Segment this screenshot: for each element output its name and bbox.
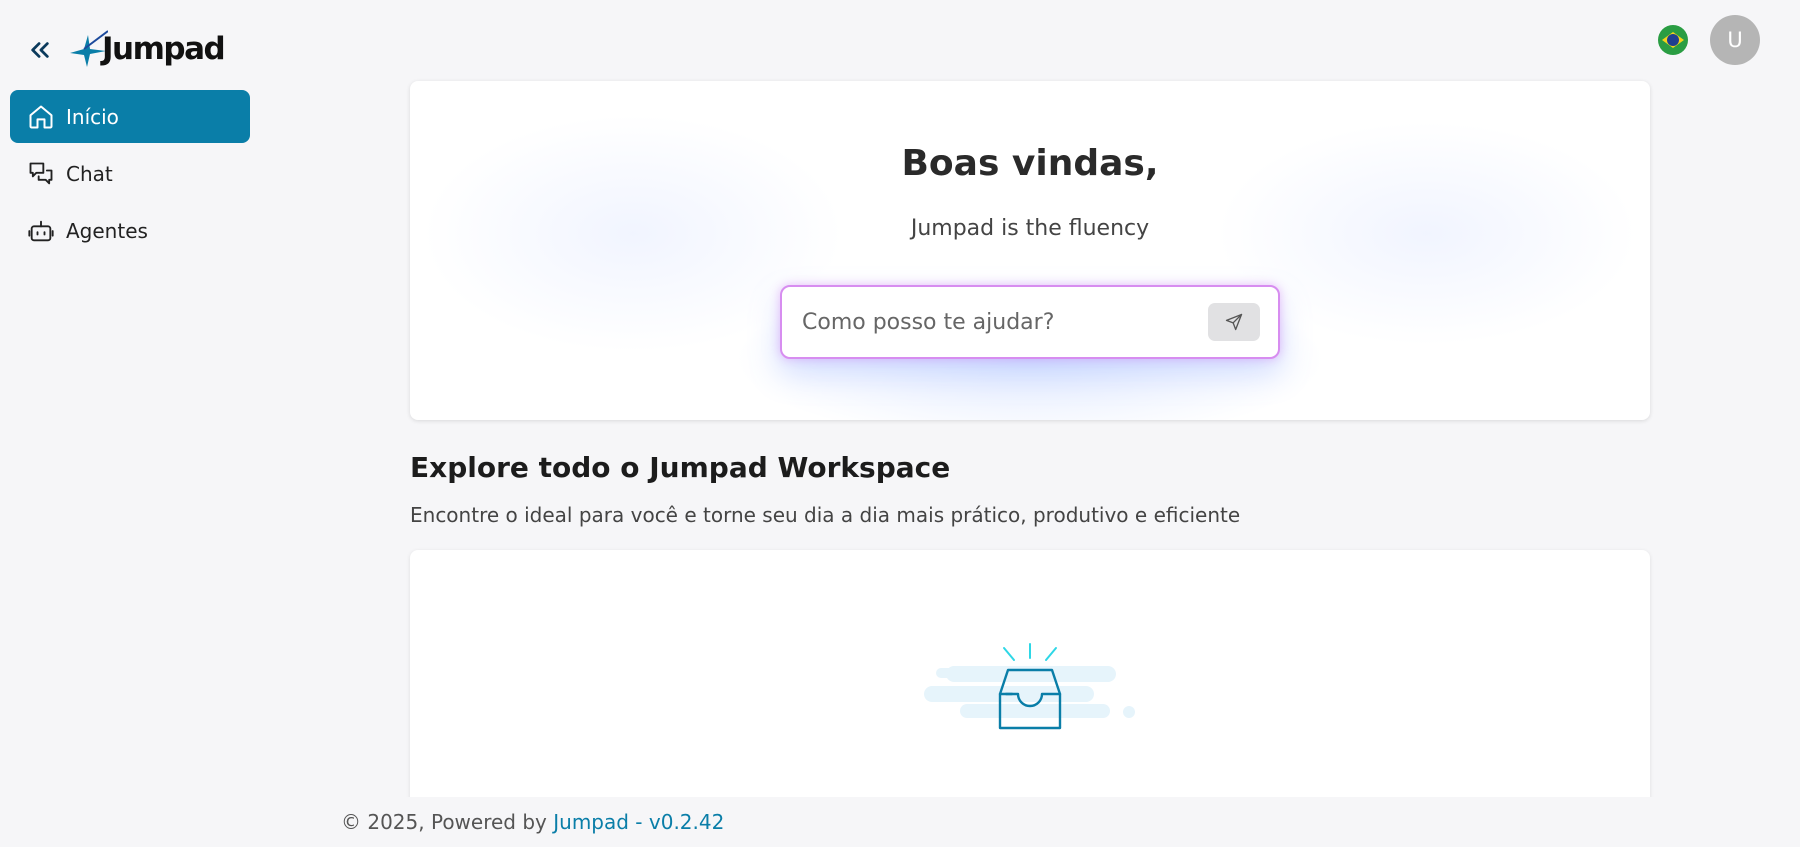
welcome-card: Boas vindas, Jumpad is the fluency xyxy=(410,81,1650,420)
sidebar-nav: Início Chat Agentes xyxy=(10,90,250,261)
robot-icon xyxy=(26,216,56,246)
brazil-flag-icon[interactable] xyxy=(1658,25,1688,55)
header-actions: U xyxy=(1658,15,1760,65)
workspace-subtitle: Encontre o ideal para você e torne seu d… xyxy=(410,503,1241,527)
chat-bubbles-icon xyxy=(26,159,56,189)
sidebar-item-agentes[interactable]: Agentes xyxy=(10,204,250,257)
prompt-box xyxy=(780,285,1280,359)
logo-text: Jumpad xyxy=(102,31,226,67)
send-button[interactable] xyxy=(1208,303,1260,341)
footer: © 2025, Powered by Jumpad - v0.2.42 xyxy=(0,797,1800,847)
avatar[interactable]: U xyxy=(1710,15,1760,65)
sidebar-item-chat[interactable]: Chat xyxy=(10,147,250,200)
sidebar-item-label: Chat xyxy=(66,161,113,186)
hero-background xyxy=(410,81,1650,420)
jumpad-logo[interactable]: Jumpad xyxy=(68,26,226,72)
footer-version-link[interactable]: Jumpad - v0.2.42 xyxy=(553,810,724,834)
prompt-input[interactable] xyxy=(802,309,1208,335)
collapse-sidebar-button[interactable] xyxy=(24,34,56,66)
sidebar-item-inicio[interactable]: Início xyxy=(10,90,250,143)
sidebar: Jumpad Início Chat Agentes xyxy=(0,0,260,847)
send-icon xyxy=(1225,313,1243,331)
workspace-title: Explore todo o Jumpad Workspace xyxy=(410,451,951,484)
home-icon xyxy=(26,102,56,132)
flag-globe xyxy=(1667,34,1679,46)
sidebar-item-label: Início xyxy=(66,104,119,129)
empty-inbox-icon xyxy=(924,643,1135,730)
welcome-subtitle: Jumpad is the fluency xyxy=(910,216,1150,241)
welcome-title: Boas vindas, xyxy=(901,143,1159,184)
footer-text: © 2025, Powered by Jumpad - v0.2.42 xyxy=(341,810,724,834)
footer-prefix: © 2025, Powered by xyxy=(341,810,547,834)
sidebar-item-label: Agentes xyxy=(66,218,148,243)
double-chevron-left-icon xyxy=(31,42,49,58)
